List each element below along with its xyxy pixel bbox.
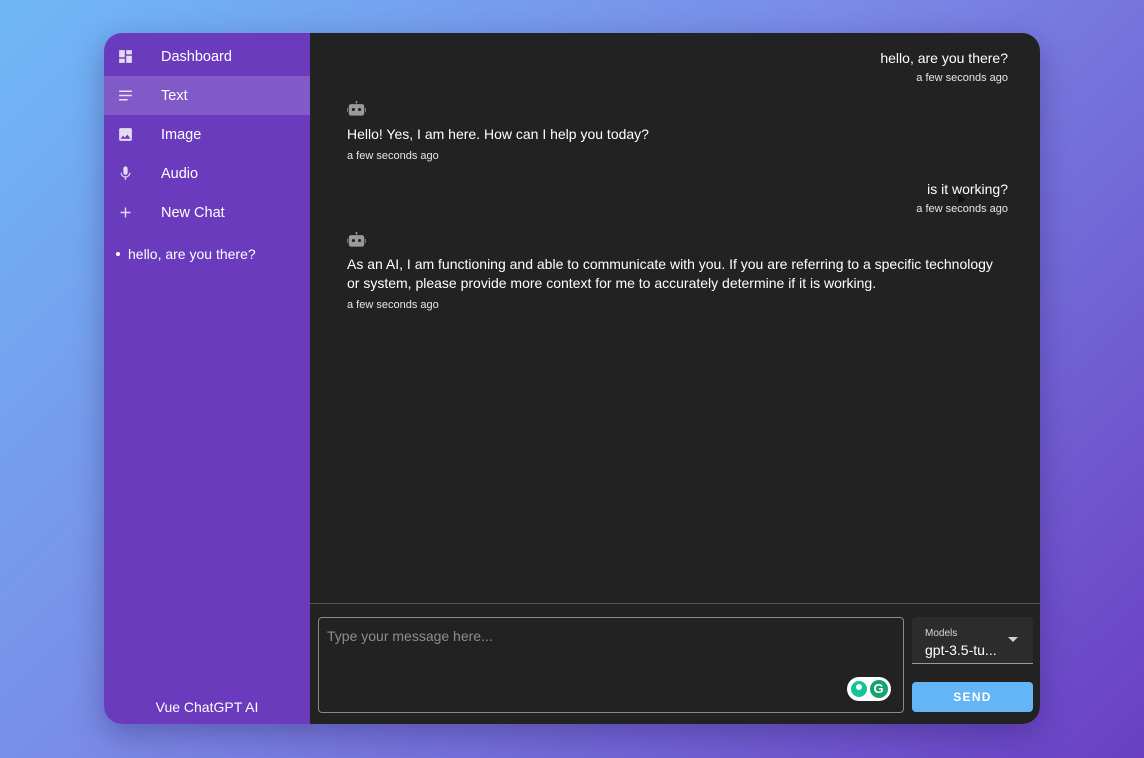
grammarly-widget[interactable]: G: [847, 677, 891, 701]
message-list: hello, are you there? a few seconds ago …: [310, 33, 1040, 603]
sidebar-item-text[interactable]: Text: [104, 76, 310, 115]
message-text: hello, are you there?: [880, 50, 1008, 66]
robot-icon: [347, 232, 1008, 254]
plus-icon: [117, 204, 134, 221]
message-timestamp: a few seconds ago: [916, 203, 1008, 215]
microphone-icon: [117, 165, 134, 182]
user-message: hello, are you there? a few seconds ago: [347, 33, 1008, 84]
message-text: Hello! Yes, I am here. How can I help yo…: [347, 126, 649, 142]
chat-history-item[interactable]: hello, are you there?: [104, 243, 310, 265]
sidebar-item-label: Text: [161, 87, 188, 104]
composer: G Models gpt-3.5-tu... SEND: [310, 603, 1040, 724]
sidebar-item-label: New Chat: [161, 204, 225, 221]
message-timestamp: a few seconds ago: [347, 299, 439, 311]
chat-history-label: hello, are you there?: [128, 246, 256, 262]
image-icon: [117, 126, 134, 143]
chevron-down-icon: [1008, 637, 1018, 642]
robot-icon: [347, 101, 1008, 123]
sidebar: Dashboard Text Image Audio New Chat hell…: [104, 33, 310, 724]
sidebar-item-image[interactable]: Image: [104, 115, 310, 154]
send-button[interactable]: SEND: [912, 682, 1033, 712]
message-text: As an AI, I am functioning and able to c…: [347, 256, 993, 291]
grammarly-icon: G: [869, 680, 888, 698]
text-lines-icon: [117, 87, 134, 104]
model-select[interactable]: Models gpt-3.5-tu...: [912, 617, 1033, 664]
app-window: Dashboard Text Image Audio New Chat hell…: [104, 33, 1040, 724]
message-input[interactable]: [319, 618, 903, 712]
assistant-message: As an AI, I am functioning and able to c…: [347, 232, 1008, 311]
sidebar-item-label: Dashboard: [161, 48, 232, 65]
message-timestamp: a few seconds ago: [347, 150, 439, 162]
dashboard-icon: [117, 48, 134, 65]
message-text: is it working?: [927, 181, 1008, 197]
message-timestamp: a few seconds ago: [916, 72, 1008, 84]
app-title: Vue ChatGPT AI: [155, 699, 259, 715]
sidebar-item-dashboard[interactable]: Dashboard: [104, 37, 310, 76]
bullet-dot: [116, 252, 120, 256]
user-message: is it working? a few seconds ago: [347, 181, 1008, 215]
sidebar-item-label: Image: [161, 126, 202, 143]
model-select-label: Models: [925, 628, 958, 639]
model-select-value: gpt-3.5-tu...: [925, 642, 997, 658]
assistant-message: Hello! Yes, I am here. How can I help yo…: [347, 101, 1008, 162]
sidebar-item-new-chat[interactable]: New Chat: [104, 193, 310, 232]
sidebar-item-label: Audio: [161, 165, 199, 182]
sidebar-item-audio[interactable]: Audio: [104, 154, 310, 193]
chat-main: hello, are you there? a few seconds ago …: [310, 33, 1040, 724]
lightbulb-icon: [850, 681, 867, 697]
message-input-box: G: [318, 617, 904, 713]
